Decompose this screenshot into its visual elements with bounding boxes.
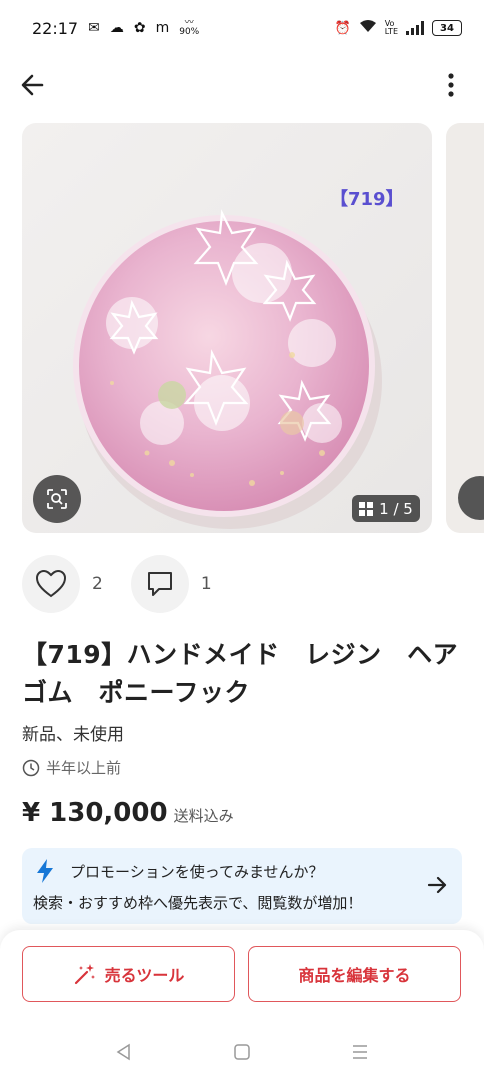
sell-tools-button[interactable]: 売るツール <box>22 946 235 1002</box>
comment-button[interactable] <box>130 555 189 613</box>
image-counter-text: 1 / 5 <box>379 499 413 518</box>
battery-icon: 34 <box>432 20 462 36</box>
alarm-icon: ⏰ <box>334 20 351 36</box>
promotion-title: プロモーションを使ってみませんか？ <box>70 863 324 881</box>
listed-time-text: 半年以上前 <box>46 759 122 777</box>
magic-wand-icon <box>74 964 95 985</box>
wifi-icon <box>359 19 377 37</box>
kebab-menu-icon <box>448 73 454 97</box>
item-detail-page: 22:17 ✉ ☁ ✿ m 〰 90% ⏰ Vo LTE 34 【719】 1 … <box>0 0 484 1080</box>
comment-icon <box>147 572 172 596</box>
top-nav <box>0 56 484 114</box>
image-counter: 1 / 5 <box>352 495 420 522</box>
m-icon: m <box>155 20 170 36</box>
nav-back-icon[interactable] <box>115 1043 133 1061</box>
bottom-action-bar: 売るツール 商品を編集する <box>0 930 484 1080</box>
weather-icon: ☁ <box>109 20 124 36</box>
edit-item-button[interactable]: 商品を編集する <box>248 946 461 1002</box>
more-options-button[interactable] <box>436 70 466 100</box>
edit-item-label: 商品を編集する <box>298 966 411 985</box>
nav-recents-icon[interactable] <box>351 1043 369 1061</box>
image-gallery[interactable]: 【719】 1 / 5 <box>0 123 484 533</box>
back-arrow-icon <box>21 74 44 96</box>
arrow-right-icon <box>427 876 447 894</box>
notification-icon: ✉ <box>88 20 100 36</box>
shipping-info: 送料込み <box>173 807 234 825</box>
like-count: 2 <box>92 574 103 594</box>
status-bar: 22:17 ✉ ☁ ✿ m 〰 90% ⏰ Vo LTE 34 <box>0 0 484 56</box>
comment-count: 1 <box>200 574 212 594</box>
promotion-description: 検索・おすすめ枠へ優先表示で、閲覧数が増加！ <box>33 894 363 912</box>
heart-icon <box>36 570 66 598</box>
aqi-icon: 〰 90% <box>179 18 200 37</box>
network-icon: ✿ <box>133 20 146 36</box>
system-nav-bar <box>0 1032 484 1072</box>
status-time: 22:17 <box>32 18 79 38</box>
next-photo-peek[interactable] <box>446 123 484 533</box>
item-condition: 新品、未使用 <box>22 725 124 745</box>
promotion-banner[interactable]: プロモーションを使ってみませんか？ 検索・おすすめ枠へ優先表示で、閲覧数が増加！ <box>22 848 462 924</box>
grid-icon <box>359 501 374 516</box>
price: ¥ 130,000 <box>22 798 168 828</box>
product-photo[interactable]: 【719】 <box>22 123 432 533</box>
social-actions: 2 1 <box>22 555 240 613</box>
lightning-icon <box>37 859 53 883</box>
back-button[interactable] <box>18 70 48 100</box>
signal-icon <box>406 21 424 35</box>
photo-item-tag: 【719】 <box>330 189 404 210</box>
clock-icon <box>22 759 40 776</box>
nav-home-icon[interactable] <box>233 1043 251 1061</box>
zoom-search-icon <box>47 489 67 509</box>
like-button[interactable] <box>22 555 80 613</box>
price-row: ¥ 130,000 送料込み <box>22 798 234 828</box>
zoom-button[interactable] <box>33 475 81 523</box>
listed-time: 半年以上前 <box>22 757 121 778</box>
volte-icon: Vo LTE <box>384 19 398 36</box>
item-title: 【719】ハンドメイド レジン ヘアゴム ポニーフック <box>22 640 459 707</box>
sell-tools-label: 売るツール <box>104 966 185 985</box>
